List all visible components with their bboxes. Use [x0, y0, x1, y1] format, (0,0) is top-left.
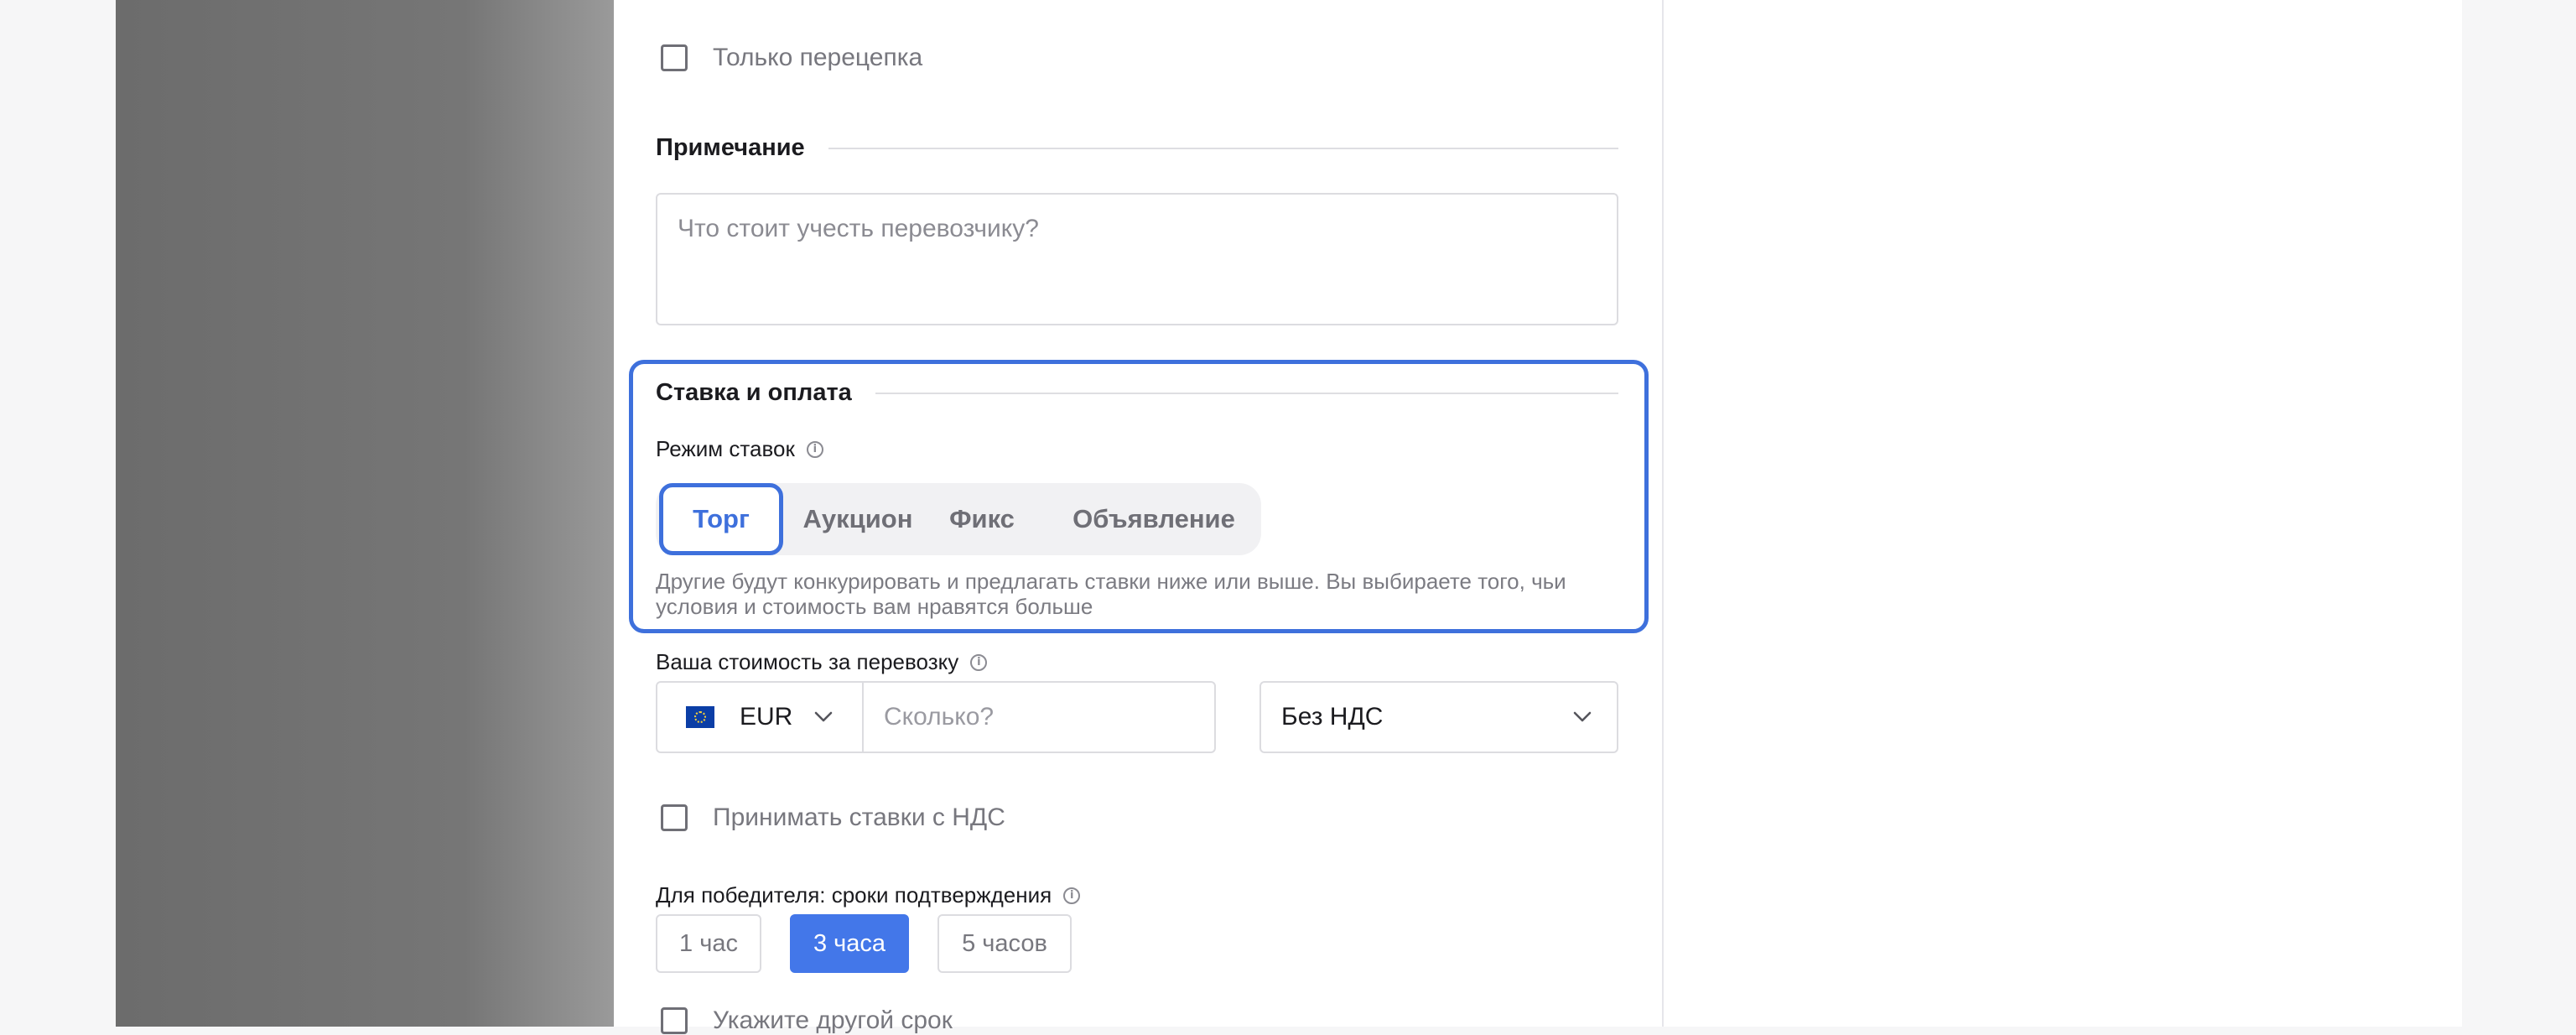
bid-mode-fixed[interactable]: Фикс — [936, 483, 1028, 555]
bid-mode-label: Режим ставок — [656, 436, 795, 461]
price-input-group: EUR — [656, 681, 1216, 753]
bid-mode-fixed-label: Фикс — [949, 504, 1015, 533]
confirm-5h-button[interactable]: 5 часов — [937, 914, 1072, 973]
rate-divider — [875, 392, 1618, 394]
bid-mode-announcement-label: Объявление — [1072, 504, 1235, 533]
note-textarea[interactable]: Что стоит учесть перевозчику? — [656, 193, 1618, 325]
reload-only-row[interactable]: Только перецепка — [661, 44, 922, 72]
confirm-1h-button[interactable]: 1 час — [656, 914, 761, 973]
bid-mode-auction[interactable]: Аукцион — [790, 483, 926, 555]
chevron-down-icon — [1573, 708, 1592, 726]
info-icon[interactable]: i — [970, 653, 988, 671]
bid-mode-bargain-label: Торг — [693, 504, 750, 533]
accept-vat-checkbox[interactable] — [661, 804, 688, 831]
reload-only-checkbox[interactable] — [661, 44, 688, 71]
note-title: Примечание — [656, 134, 805, 161]
panel-divider — [1662, 0, 1664, 1027]
bid-mode-auction-label: Аукцион — [802, 504, 913, 533]
currency-code: EUR — [740, 703, 793, 731]
confirm-5h-label: 5 часов — [962, 929, 1047, 957]
note-placeholder: Что стоит учесть перевозчику? — [678, 215, 1039, 242]
info-icon[interactable]: i — [806, 440, 823, 458]
bid-mode-announcement[interactable]: Объявление — [1070, 483, 1238, 555]
winner-label: Для победителя: сроки подтверждения — [656, 882, 1052, 908]
accept-vat-row[interactable]: Принимать ставки с НДС — [661, 804, 1005, 832]
amount-input[interactable] — [864, 683, 1214, 752]
modal-backdrop — [116, 0, 614, 1027]
price-label-row: Ваша стоимость за перевозку i — [656, 649, 988, 675]
vat-select[interactable]: Без НДС — [1259, 681, 1618, 753]
rate-title: Ставка и оплата — [656, 379, 852, 406]
other-term-label: Укажите другой срок — [713, 1006, 953, 1034]
bid-mode-label-row: Режим ставок i — [656, 436, 823, 462]
confirm-1h-label: 1 час — [679, 929, 738, 957]
chevron-down-icon — [814, 708, 833, 726]
rate-section-header: Ставка и оплата — [656, 379, 1618, 407]
price-label: Ваша стоимость за перевозку — [656, 649, 959, 674]
currency-select[interactable]: EUR — [657, 683, 864, 752]
note-divider — [828, 147, 1618, 149]
winner-label-row: Для победителя: сроки подтверждения i — [656, 882, 1081, 908]
other-term-checkbox[interactable] — [661, 1007, 688, 1034]
confirm-3h-button[interactable]: 3 часа — [790, 914, 909, 973]
vat-value: Без НДС — [1281, 703, 1384, 731]
info-icon[interactable]: i — [1063, 887, 1081, 904]
note-section-header: Примечание — [656, 134, 1618, 162]
reload-only-label: Только перецепка — [713, 44, 923, 71]
other-term-row[interactable]: Укажите другой срок — [661, 1006, 953, 1035]
bid-mode-bargain[interactable]: Торг — [659, 483, 783, 555]
confirm-3h-label: 3 часа — [813, 929, 886, 957]
bid-mode-hint: Другие будут конкурировать и предлагать … — [656, 569, 1566, 619]
accept-vat-label: Принимать ставки с НДС — [713, 804, 1005, 831]
eu-flag-icon — [686, 706, 714, 728]
